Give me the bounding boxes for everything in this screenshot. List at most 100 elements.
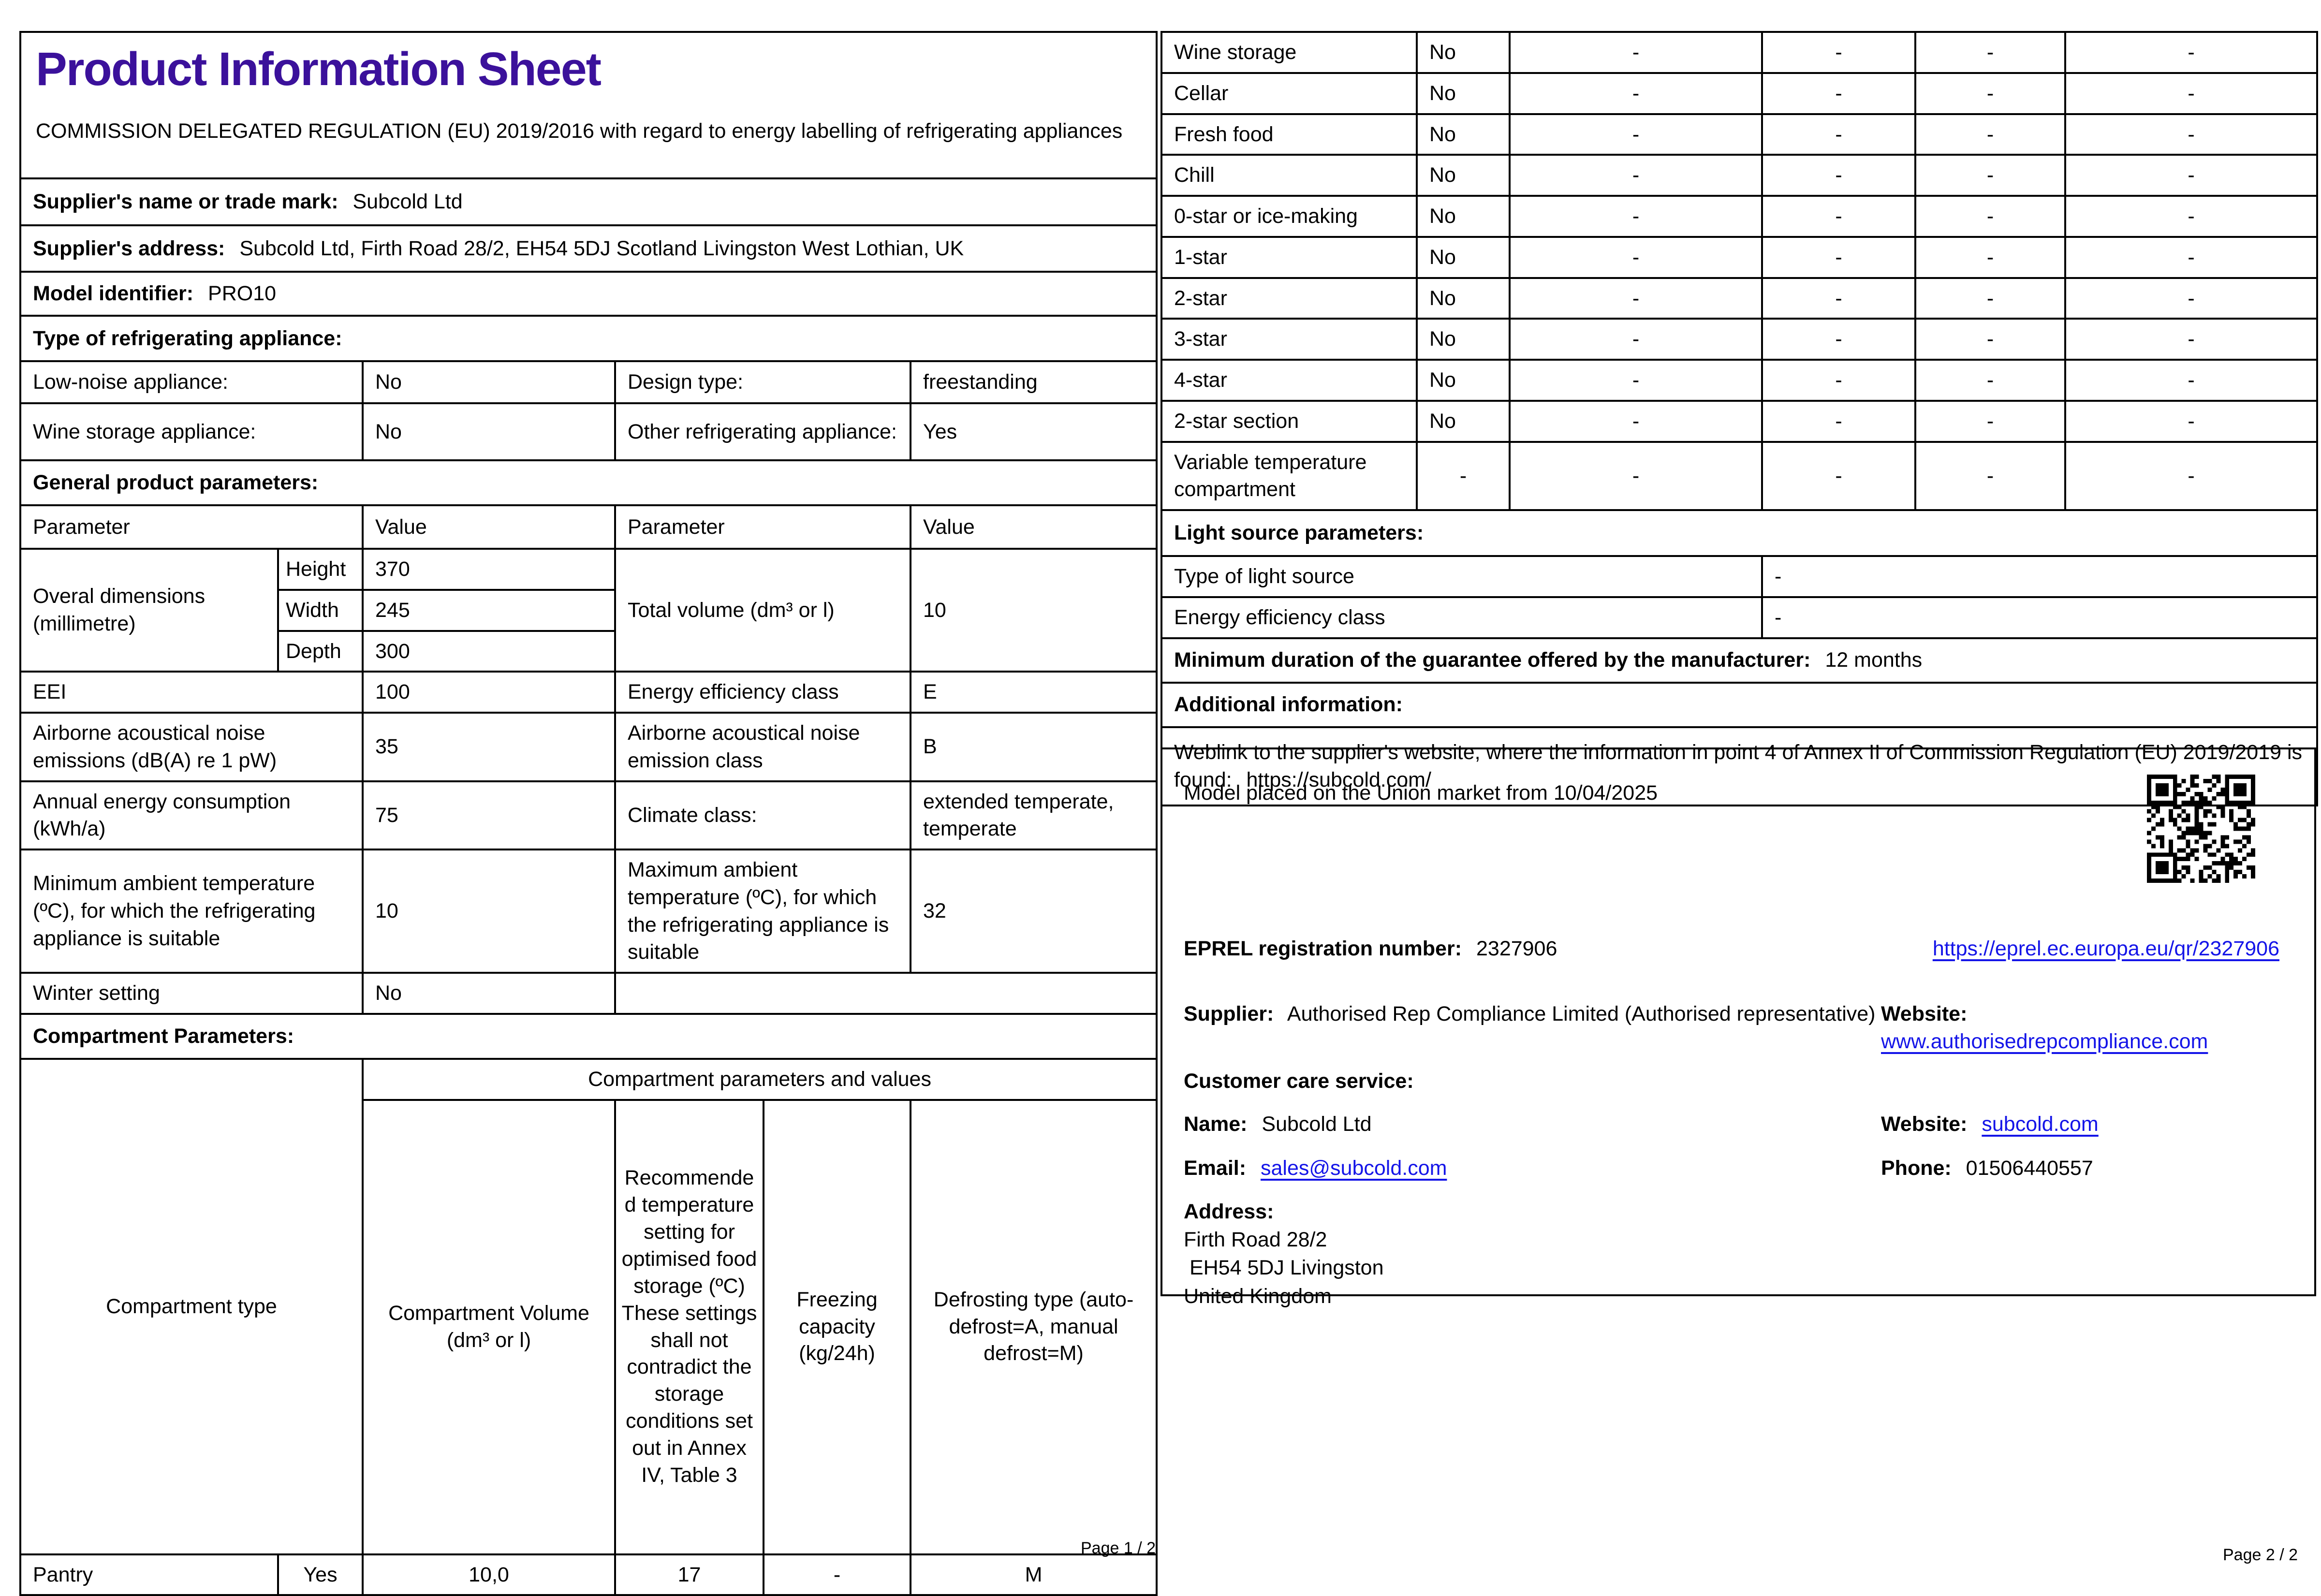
compartment-value: - [1509,399,1763,443]
light-source-section-heading: Light source parameters: [1160,509,2318,557]
guarantee-value: 12 months [1825,648,1923,672]
table-row: Model identifier: PRO10 [19,271,1158,317]
low-noise-value: No [362,360,616,404]
eprel-number-label: EPREL registration number: [1184,937,1462,960]
table-row: Light source parameters: [1160,509,2318,557]
guarantee-label: Minimum duration of the guarantee offere… [1174,648,1811,672]
general-section-heading: General product parameters: [19,459,1158,506]
table-row: Winter setting No [19,972,1158,1015]
table-row: Overal dimensions (millimetre) Height 37… [19,547,1158,673]
compartment-row-volume: 10,0 [362,1553,616,1596]
table-row: 4-star No - - - - [1160,359,2318,402]
compartment-value: - [1509,72,1763,115]
empty-cell [614,972,1158,1015]
compartment-value: - [1761,154,1916,197]
customer-care-heading: Customer care service: [1184,1069,1414,1093]
compartment-value: - [1914,277,2066,320]
eprel-link[interactable]: https://eprel.ec.europa.eu/qr/2327906 [1933,937,2279,960]
compartment-value: - [1914,31,2066,74]
care-website-link[interactable]: subcold.com [1982,1113,2098,1136]
compartment-value: - [2064,359,2318,402]
annual-energy-label: Annual energy consumption (kWh/a) [19,780,364,850]
additional-info-heading: Additional information: [1160,681,2318,728]
light-energy-class-label: Energy efficiency class [1160,596,1763,639]
column-header-value: Value [362,504,616,550]
table-row: Chill No - - - - [1160,154,2318,197]
care-name-value: Subcold Ltd [1262,1113,1372,1136]
care-email-link[interactable]: sales@subcold.com [1261,1157,1447,1180]
eei-label: EEI [19,671,364,714]
table-row: Supplier's address: Subcold Ltd, Firth R… [19,224,1158,273]
max-ambient-label: Maximum ambient temperature (ºC), for wh… [614,849,911,974]
winter-setting-value: No [362,972,616,1015]
other-appliance-value: Yes [909,402,1158,461]
table-row: Wine storage No - - - - [1160,31,2318,74]
supplier-address-label: Supplier's address: [33,236,225,260]
compartment-row-present: Yes [277,1553,364,1596]
light-source-type-value: - [1761,555,2318,598]
compartment-value: - [1509,318,1763,361]
compartment-value: - [1914,359,2066,402]
compartment-value: - [1761,359,1916,402]
care-email-label: Email: [1184,1156,1247,1180]
table-row: 3-star No - - - - [1160,318,2318,361]
page-title: Product Information Sheet [36,43,602,95]
table-row: Supplier's name or trade mark: Subcold L… [19,177,1158,226]
light-energy-class-value: - [1761,596,2318,639]
compartment-value: - [1914,440,2066,511]
compartment-label: Fresh food [1160,113,1418,156]
climate-class-label: Climate class: [614,780,911,850]
compartment-present: No [1416,399,1511,443]
compartment-value: - [1509,277,1763,320]
compartment-value: - [2064,195,2318,238]
page-number-2: Page 2 / 2 [2222,1546,2298,1564]
compartment-present: No [1416,72,1511,115]
dimension-depth-label: Depth [277,630,364,673]
compartment-present: No [1416,235,1511,279]
compartment-label: 3-star [1160,318,1418,361]
table-row: Fresh food No - - - - [1160,113,2318,156]
compartment-present: No [1416,154,1511,197]
address-heading: Address: [1184,1200,1274,1223]
table-row: Pantry Yes 10,0 17 - M [19,1553,1158,1596]
table-row: 0-star or ice-making No - - - - [1160,195,2318,238]
supplier-address-value: Subcold Ltd, Firth Road 28/2, EH54 5DJ S… [239,236,964,260]
table-row: Energy efficiency class - [1160,596,2318,639]
table-row: Airborne acoustical noise emissions (dB(… [19,712,1158,782]
compartment-value: - [2064,277,2318,320]
compartment-value: - [2064,31,2318,74]
supplier-name-value: Subcold Ltd [353,190,463,214]
compartment-value: - [1509,235,1763,279]
compartment-value: - [2064,318,2318,361]
table-row: Low-noise appliance: No Design type: fre… [19,360,1158,404]
compartment-label: Variable temperature compartment [1160,440,1418,511]
design-type-label: Design type: [614,360,911,404]
care-phone-value: 01506440557 [1966,1156,2093,1180]
compartment-label: 1-star [1160,235,1418,279]
energy-class-value: E [909,671,1158,714]
wine-storage-appliance-label: Wine storage appliance: [19,402,364,461]
compartment-value: - [1761,399,1916,443]
compartment-label: 2-star section [1160,399,1418,443]
page-2: Wine storage No - - - - Cellar No - - - … [1160,31,2318,1308]
table-row: Wine storage appliance: No Other refrige… [19,402,1158,461]
compartment-group-header: Compartment parameters and values [361,1057,1158,1101]
compartment-present: No [1416,31,1511,74]
compartment-label: 2-star [1160,277,1418,320]
address-line: Firth Road 28/2 [1184,1228,1327,1251]
model-identifier-label: Model identifier: [33,282,194,306]
compartment-value: - [1914,318,2066,361]
compartment-volume-header: Compartment Volume (dm³ or l) [362,1098,616,1555]
type-section-heading: Type of refrigerating appliance: [19,315,1158,362]
compartment-value: - [1914,72,2066,115]
supplier-website-link[interactable]: www.authorisedrepcompliance.com [1881,1030,2208,1053]
light-source-type-label: Type of light source [1160,555,1763,598]
page-1: Product Information Sheet COMMISSION DEL… [19,31,1158,1596]
table-row: Product Information Sheet COMMISSION DEL… [19,31,1158,179]
defrosting-type-header: Defrosting type (auto-defrost=A, manual … [909,1098,1158,1555]
compartment-value: - [1914,113,2066,156]
address-line: EH54 5DJ Livingston [1184,1256,1384,1280]
compartment-value: - [1761,277,1916,320]
compartment-value: - [1761,113,1916,156]
compartment-value: - [1761,235,1916,279]
